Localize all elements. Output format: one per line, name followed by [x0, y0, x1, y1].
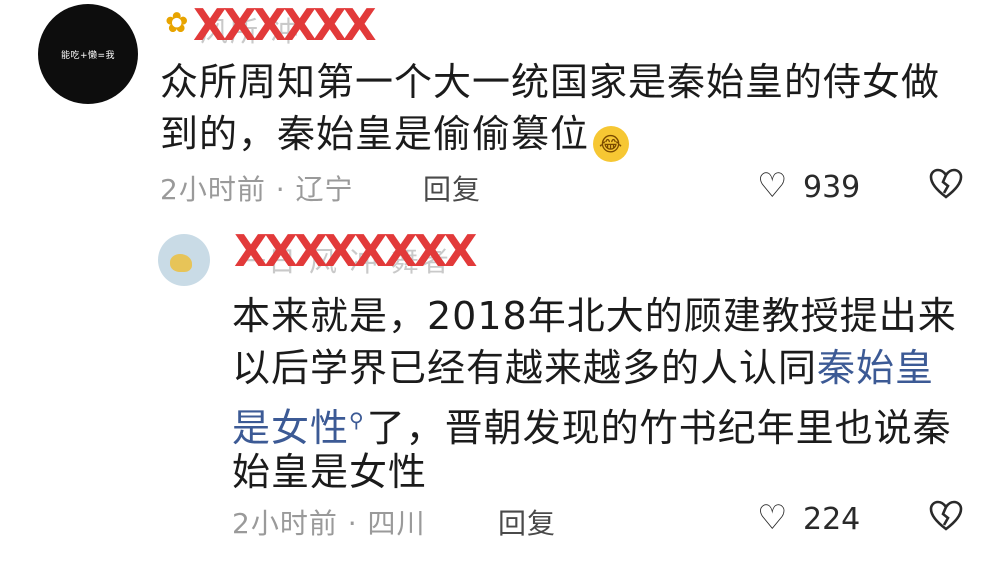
comment-text-line: 到的，秦始皇是偷偷篡位 😂 — [160, 108, 630, 162]
reply-button[interactable]: 回复 — [498, 502, 556, 542]
broken-heart-svg — [929, 168, 963, 199]
comment-text-line: 本来就是，2018年北大的顾建教授提出来 — [232, 294, 957, 338]
comment-timestamp: 2小时前 · 辽宁 — [160, 173, 354, 206]
search-link[interactable]: 是女性 — [232, 406, 349, 450]
sunflower-icon: ✿ — [165, 6, 189, 39]
comment-text-line: 始皇是女性 — [232, 450, 428, 494]
avatar-image — [170, 254, 192, 272]
like-count: 224 — [803, 502, 861, 537]
search-icon[interactable]: ⚲ — [349, 408, 365, 432]
comment-text: 了，晋朝发现的竹书纪年里也说秦 — [366, 406, 952, 450]
heart-outline-icon[interactable]: ♡ — [757, 500, 787, 536]
search-link[interactable]: 秦始皇 — [817, 346, 934, 390]
username-redacted[interactable]: XXXXXXXX — [234, 230, 477, 274]
comment-text-line: 是女性⚲了，晋朝发现的竹书纪年里也说秦 — [232, 394, 952, 454]
comment-text-line: 以后学界已经有越来越多的人认同秦始皇 — [232, 342, 934, 394]
heart-outline-icon[interactable]: ♡ — [757, 168, 787, 204]
broken-heart-svg — [929, 500, 963, 531]
reply-button[interactable]: 回复 — [423, 168, 481, 208]
rolling-laughing-emoji: 😂 — [593, 126, 630, 162]
avatar-text: 能吃+懒=我 — [60, 50, 116, 61]
avatar[interactable]: 能吃+懒=我 — [38, 4, 138, 104]
comment-text-line: 众所周知第一个大一统国家是秦始皇的侍女做 — [160, 60, 941, 104]
like-count: 939 — [803, 170, 861, 205]
broken-heart-icon[interactable] — [929, 500, 963, 539]
comment-text: 以后学界已经有越来越多的人认同 — [232, 346, 818, 390]
comment-timestamp: 2小时前 · 四川 — [232, 507, 426, 540]
broken-heart-icon[interactable] — [929, 168, 963, 207]
username-redacted[interactable]: XXXXXX — [193, 4, 377, 48]
comment-text: 到的，秦始皇是偷偷篡位 — [160, 112, 590, 156]
